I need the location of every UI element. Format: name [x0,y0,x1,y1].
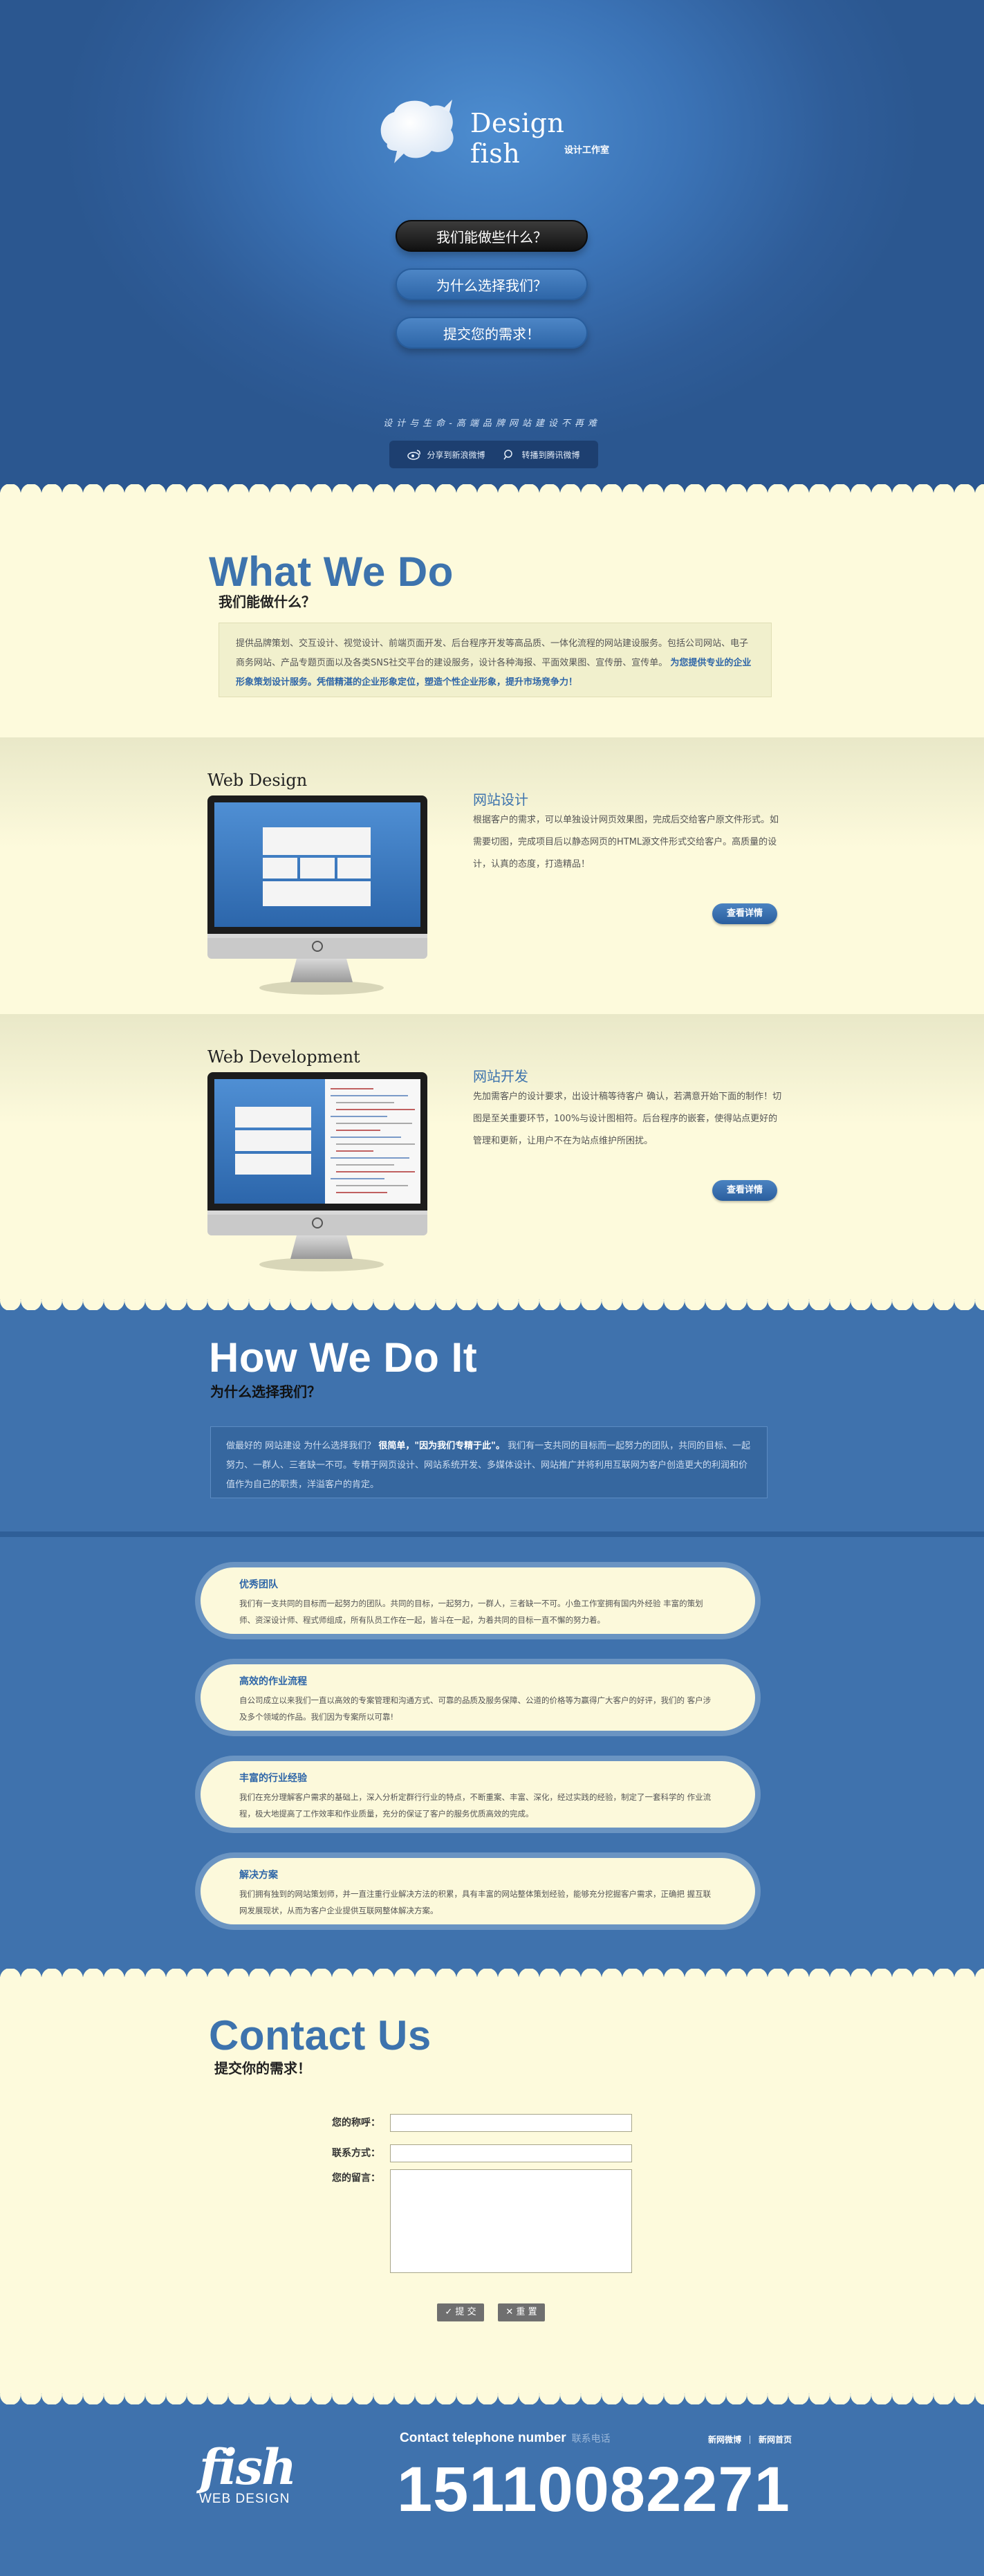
what-we-do-title: What We Do [209,549,454,595]
advantage-text: 自公司成立以来我们一直以高效的专案管理和沟通方式、可靠的品质及服务保障、公道的价… [239,1695,712,1722]
contact-section: Contact Us 提交你的需求！ 您的称呼： 联系方式： 您的留言： ✓ 提… [0,1988,984,2385]
advantage-card: 解决方案 我们拥有独到的网站策划师，并一直注重行业解决方法的积累，具有丰富的网站… [195,1852,761,1930]
advantage-text: 我们有一支共同的目标而一起努力的团队。共同的目标，一起努力，一群人，三者缺一不可… [239,1599,703,1625]
how-text-bold: 很简单，"因为我们专精于此"。 [378,1441,505,1451]
tencent-weibo-icon [503,450,513,460]
service-name: 网站开发 [473,1068,528,1085]
message-row: 您的留言： [304,2169,632,2273]
what-we-do-subtitle: 我们能做什么？ [219,594,315,610]
submit-button[interactable]: ✓ 提 交 [437,2303,484,2321]
service-web-development: Web Development 网站开发 先加需客户的设计要求，出设计稿等待客户… [0,1014,984,1291]
advantage-title: 优秀团队 [239,1579,278,1590]
service-name: 网站设计 [473,791,528,808]
what-we-do-section: What We Do 我们能做什么？ 提供品牌策划、交互设计、视觉设计、前端页面… [0,501,984,737]
service-heading: Web Design [207,771,308,790]
advantages-section: 优秀团队 我们有一支共同的目标而一起努力的团队。共同的目标，一起努力，一群人，三… [0,1531,984,1988]
what-we-do-description: 提供品牌策划、交互设计、视觉设计、前端页面开发、后台程序开发等高品质、一体化流程… [219,623,772,697]
scallop-divider [0,1969,984,1988]
how-text-a: 做最好的 网站建设 为什么选择我们？ [226,1441,376,1451]
share-weibo-label: 分享到新浪微博 [427,450,485,460]
logo-title: Design fish [470,108,565,169]
how-we-do-it-subtitle: 为什么选择我们？ [210,1383,321,1400]
imac-monitor-image [207,1072,427,1271]
speech-cloud-icon [380,100,454,163]
phone-input[interactable] [390,2144,632,2162]
logo-subtitle: 设计工作室 [564,145,610,156]
footer-links: 新网微博 新网首页 [708,2434,792,2445]
advantage-text: 我们在充分理解客户需求的基础上，深入分析定群行行业的特点，不断重案、丰富、深化，… [239,1792,712,1819]
how-we-do-it-section: How We Do It 为什么选择我们？ 做最好的 网站建设 为什么选择我们？… [0,1291,984,1531]
advantage-title: 高效的作业流程 [239,1676,307,1687]
phone-number: 15110082271 [397,2454,790,2525]
nav-what-we-do-button[interactable]: 我们能做些什么？ [396,220,588,252]
service-description: 根据客户的需求，可以单独设计网页效果图，完成后交给客户原文件形式。如需要切图，完… [473,815,779,870]
advantage-card: 优秀团队 我们有一支共同的目标而一起努力的团队。共同的目标，一起努力，一群人，三… [195,1562,761,1639]
service-heading: Web Development [207,1047,360,1067]
share-tencent-link[interactable]: 转播到腾讯微博 [502,449,580,461]
scallop-divider [0,1291,984,1310]
hero-slogan: 设计与生命-高端品牌网站建设不再难 [383,418,601,429]
phone-label-cn: 联系电话 [571,2433,611,2444]
advantage-title: 解决方案 [239,1870,278,1881]
contact-subtitle: 提交你的需求！ [214,2060,311,2077]
advantage-title: 丰富的行业经验 [239,1773,307,1784]
footer: fish WEB DESIGN Contact telephone number… [0,2385,984,2576]
nav-contact-button[interactable]: 提交您的需求！ [396,317,588,349]
message-label: 您的留言： [332,2173,380,2184]
phone-label-en: Contact telephone number [400,2431,566,2445]
view-details-button[interactable]: 查看详情 [712,1180,777,1201]
hero-section: Design fish 设计工作室 我们能做些什么？ 为什么选择我们？ 提交您的… [0,0,984,501]
how-we-do-it-title: How We Do It [209,1334,478,1381]
phone-row: 联系方式： [304,2144,632,2162]
phone-label: 联系方式： [332,2148,380,2159]
service-web-design: Web Design 网站设计 根据客户的需求，可以单独设计网页效果图，完成后交… [0,737,984,1014]
footer-logo[interactable]: fish WEB DESIGN [199,2438,297,2507]
imac-monitor-image [207,795,427,995]
phone-label: Contact telephone number 联系电话 [400,2431,611,2446]
advantage-card: 丰富的行业经验 我们在充分理解客户需求的基础上，深入分析定群行行业的特点，不断重… [195,1756,761,1833]
name-label: 您的称呼： [332,2117,380,2128]
view-details-button[interactable]: 查看详情 [712,903,777,924]
scallop-divider [0,484,984,501]
contact-title: Contact Us [209,2012,431,2059]
site-logo[interactable]: Design fish 设计工作室 [373,95,622,172]
reset-button[interactable]: ✕ 重 置 [498,2303,545,2321]
share-bar: 分享到新浪微博 转播到腾讯微博 [389,441,598,468]
share-tencent-label: 转播到腾讯微博 [521,450,580,460]
footer-logo-wordmark: fish [199,2438,297,2496]
name-row: 您的称呼： [304,2114,632,2132]
message-textarea[interactable] [390,2169,632,2273]
advantage-card: 高效的作业流程 自公司成立以来我们一直以高效的专案管理和沟通方式、可靠的品质及服… [195,1659,761,1736]
advantage-text: 我们拥有独到的网站策划师，并一直注重行业解决方法的积累，具有丰富的网站整体策划经… [239,1889,712,1915]
service-description: 先加需客户的设计要求，出设计稿等待客户 确认，若满意开始下面的制作！切图是至关重… [473,1092,782,1146]
footer-link-weibo[interactable]: 新网微博 [708,2434,741,2445]
scallop-divider [0,2385,984,2404]
name-input[interactable] [390,2114,632,2132]
how-we-do-it-description: 做最好的 网站建设 为什么选择我们？ 很简单，"因为我们专精于此"。 我们有一支… [210,1426,768,1498]
weibo-icon [407,450,421,460]
share-weibo-link[interactable]: 分享到新浪微博 [407,449,485,461]
footer-link-home[interactable]: 新网首页 [759,2434,792,2445]
nav-why-us-button[interactable]: 为什么选择我们？ [396,268,588,300]
footer-logo-subtitle: WEB DESIGN [199,2492,290,2506]
